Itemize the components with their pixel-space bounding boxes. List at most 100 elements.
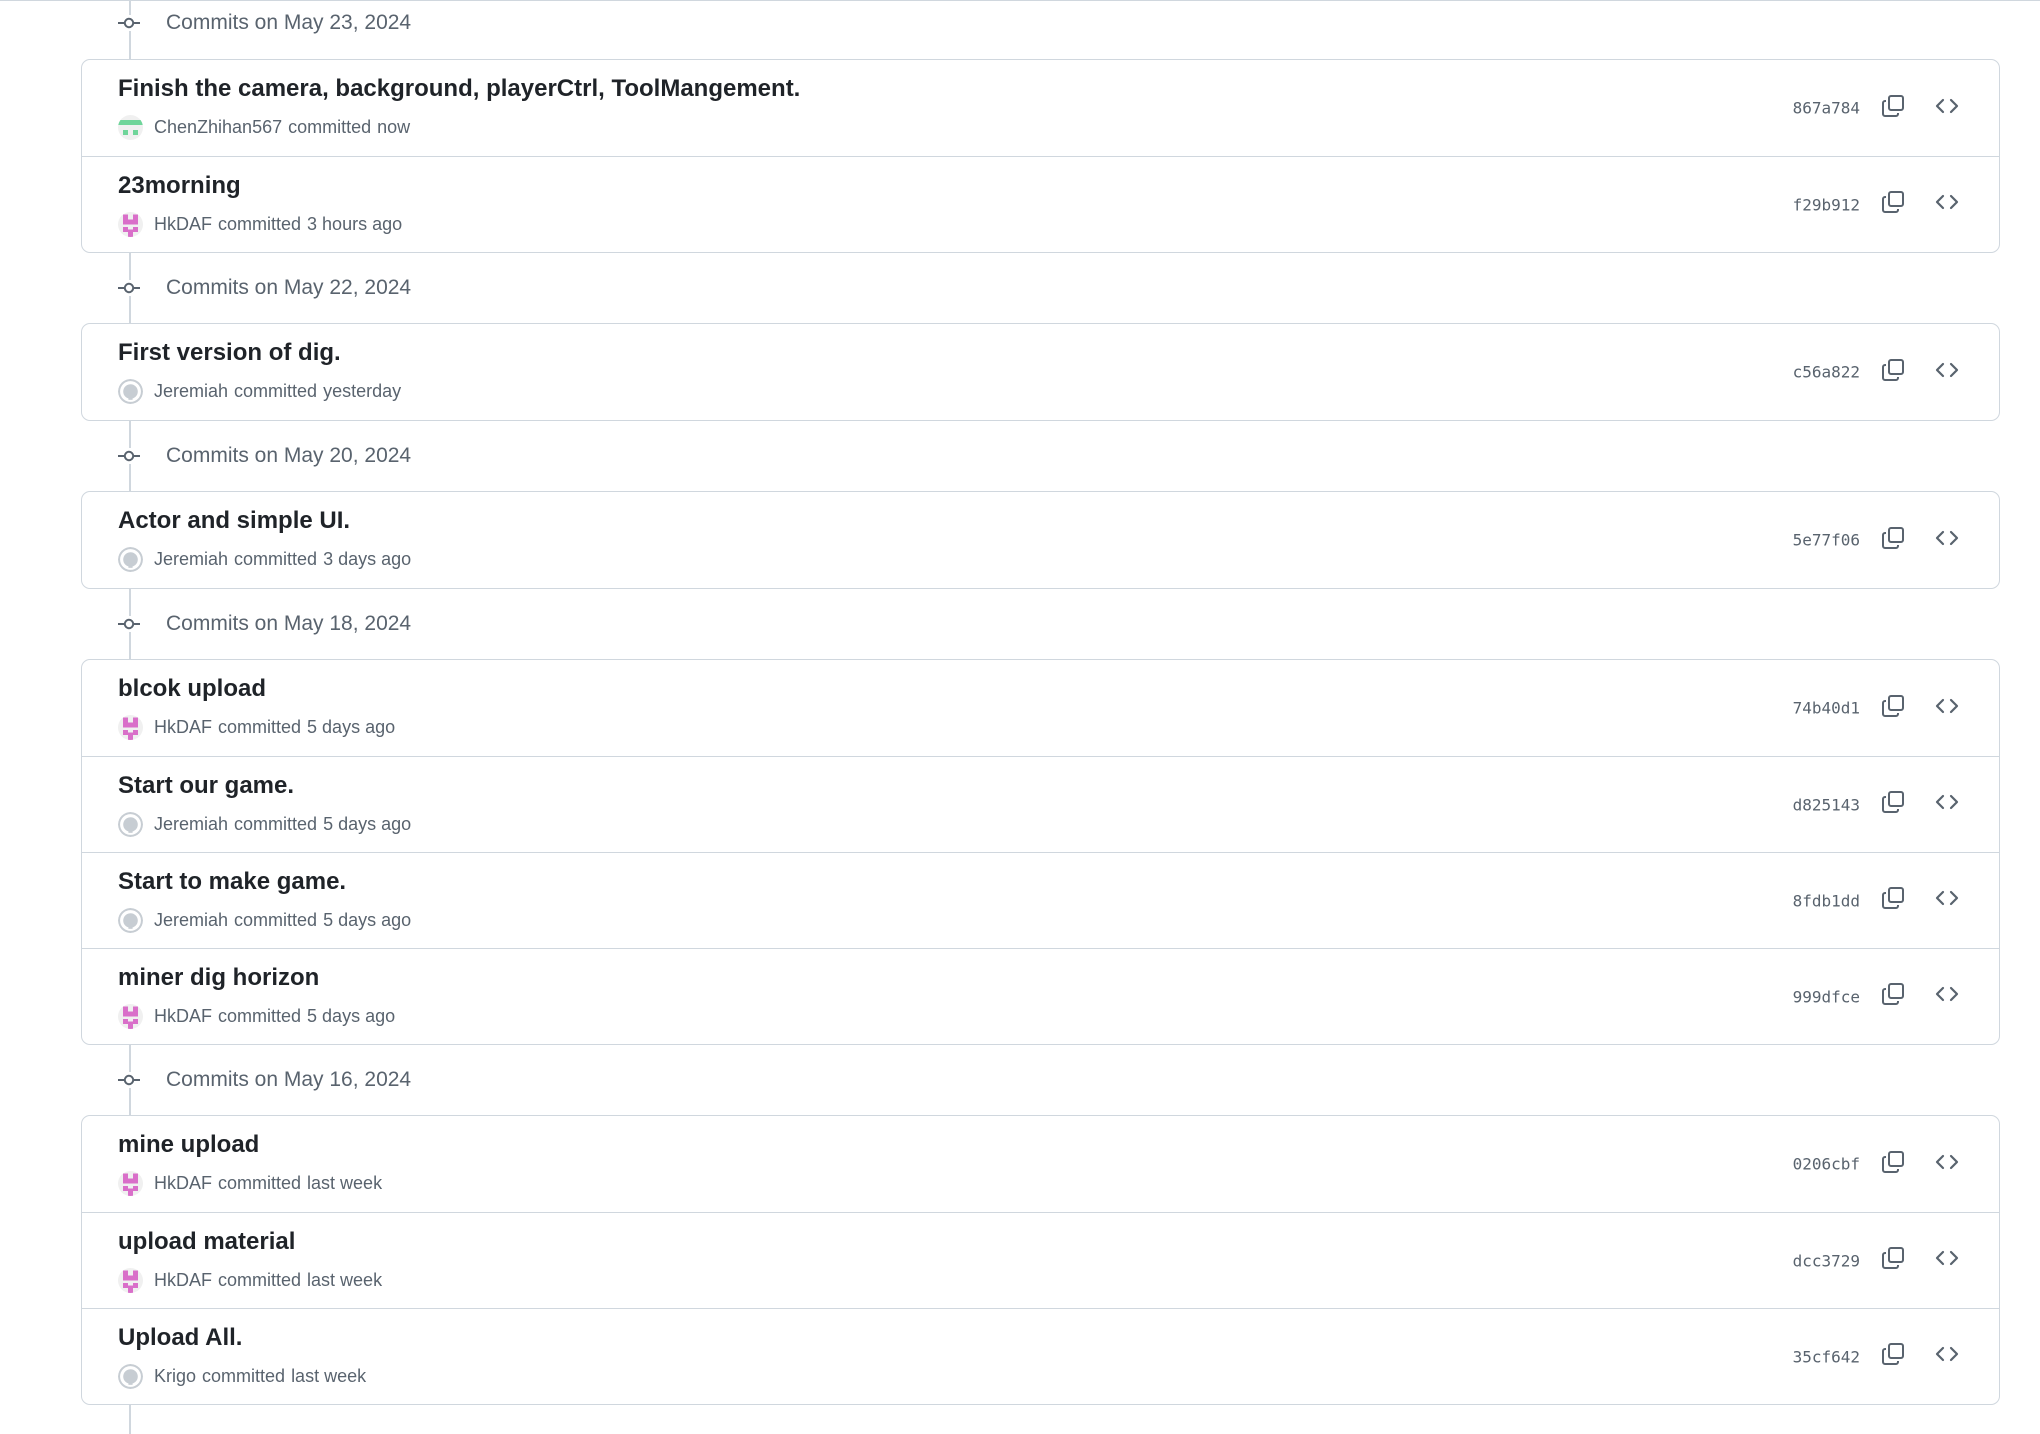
identicon-pink-avatar[interactable]: [118, 1171, 143, 1196]
commit-row[interactable]: miner dig horizon HkDAF committed 5 days…: [82, 948, 1999, 1044]
browse-repo-button[interactable]: [1929, 883, 1965, 919]
browse-repo-button[interactable]: [1929, 1146, 1965, 1182]
copy-sha-button[interactable]: [1875, 90, 1911, 126]
copy-sha-button[interactable]: [1875, 1146, 1911, 1182]
commit-time: last week: [307, 1270, 383, 1290]
copy-sha-button[interactable]: [1875, 690, 1911, 726]
identicon-green-avatar[interactable]: [118, 115, 143, 140]
browse-repo-button[interactable]: [1929, 1339, 1965, 1375]
copy-icon: [1881, 1246, 1905, 1275]
copy-sha-button[interactable]: [1875, 187, 1911, 223]
default-gray-avatar[interactable]: [118, 908, 143, 933]
commit-group-date: Commits on May 16, 2024: [166, 1068, 412, 1091]
commit-row[interactable]: Start to make game. Jeremiah committed 5…: [82, 852, 1999, 948]
browse-repo-button[interactable]: [1929, 979, 1965, 1015]
commit-time: 5 days ago: [307, 1006, 396, 1026]
commit-verb: committed: [234, 381, 318, 401]
identicon-pink-avatar[interactable]: [118, 1268, 143, 1293]
commit-author-link[interactable]: ChenZhihan567: [154, 117, 282, 138]
commit-time: last week: [307, 1173, 383, 1193]
copy-icon: [1881, 982, 1905, 1011]
copy-sha-button[interactable]: [1875, 979, 1911, 1015]
commit-row[interactable]: 23morning HkDAF committed 3 hours ago f2…: [82, 156, 1999, 252]
commit-title-link[interactable]: 23morning: [118, 172, 241, 200]
commit-row[interactable]: Upload All. Krigo committed last week 35…: [82, 1308, 1999, 1404]
commit-author-link[interactable]: HkDAF: [154, 214, 212, 235]
default-gray-avatar[interactable]: [118, 547, 143, 572]
commit-row[interactable]: mine upload HkDAF committed last week 02…: [82, 1116, 1999, 1212]
commit-group: Commits on May 20, 2024 Actor and simple…: [81, 421, 2000, 589]
commit-sha-link[interactable]: 867a784: [1793, 99, 1860, 118]
commit-verb: committed: [234, 814, 318, 834]
commit-row[interactable]: Finish the camera, background, playerCtr…: [82, 60, 1999, 156]
commit-author-link[interactable]: HkDAF: [154, 717, 212, 738]
commit-author-link[interactable]: HkDAF: [154, 1006, 212, 1027]
commit-row[interactable]: Start our game. Jeremiah committed 5 day…: [82, 756, 1999, 852]
browse-repo-button[interactable]: [1929, 690, 1965, 726]
browse-repo-button[interactable]: [1929, 90, 1965, 126]
commit-title-link[interactable]: Finish the camera, background, playerCtr…: [118, 75, 800, 103]
commit-time: 3 days ago: [323, 549, 412, 569]
code-brackets-icon: [1935, 526, 1959, 555]
commit-title-link[interactable]: Actor and simple UI.: [118, 507, 350, 535]
default-gray-avatar[interactable]: [118, 379, 143, 404]
commit-author-link[interactable]: Krigo: [154, 1366, 196, 1387]
commit-sha-link[interactable]: c56a822: [1793, 363, 1860, 382]
commit-sha-link[interactable]: 8fdb1dd: [1793, 891, 1860, 910]
identicon-pink-avatar[interactable]: [118, 212, 143, 237]
commit-title-link[interactable]: Start to make game.: [118, 868, 346, 896]
commit-row[interactable]: upload material HkDAF committed last wee…: [82, 1212, 1999, 1308]
commit-verb: committed: [234, 910, 318, 930]
commit-sha-link[interactable]: 999dfce: [1793, 987, 1860, 1006]
commit-title-link[interactable]: mine upload: [118, 1131, 259, 1159]
commit-author-link[interactable]: Jeremiah: [154, 910, 228, 931]
identicon-pink-avatar[interactable]: [118, 715, 143, 740]
copy-sha-button[interactable]: [1875, 787, 1911, 823]
commit-author-link[interactable]: Jeremiah: [154, 381, 228, 402]
commit-title-link[interactable]: Start our game.: [118, 772, 294, 800]
commit-author-link[interactable]: Jeremiah: [154, 814, 228, 835]
default-gray-avatar[interactable]: [118, 812, 143, 837]
default-gray-avatar[interactable]: [118, 1364, 143, 1389]
browse-repo-button[interactable]: [1929, 1243, 1965, 1279]
commit-group-date: Commits on May 23, 2024: [166, 11, 412, 34]
commit-title-link[interactable]: miner dig horizon: [118, 964, 319, 992]
commit-sha-link[interactable]: dcc3729: [1793, 1251, 1860, 1270]
copy-sha-button[interactable]: [1875, 1243, 1911, 1279]
copy-sha-button[interactable]: [1875, 1339, 1911, 1375]
copy-sha-button[interactable]: [1875, 883, 1911, 919]
commit-time: yesterday: [323, 381, 402, 401]
commit-title-link[interactable]: blcok upload: [118, 675, 266, 703]
commit-title-link[interactable]: upload material: [118, 1228, 295, 1256]
browse-repo-button[interactable]: [1929, 354, 1965, 390]
browse-repo-button[interactable]: [1929, 187, 1965, 223]
copy-sha-button[interactable]: [1875, 354, 1911, 390]
commit-time: 5 days ago: [323, 814, 412, 834]
commit-sha-link[interactable]: 5e77f06: [1793, 531, 1860, 550]
commit-sha-link[interactable]: f29b912: [1793, 195, 1860, 214]
commit-sha-link[interactable]: 74b40d1: [1793, 699, 1860, 718]
commit-title-link[interactable]: First version of dig.: [118, 339, 341, 367]
commit-group-date: Commits on May 18, 2024: [166, 612, 412, 635]
commit-meta: Jeremiah committed yesterday: [118, 379, 401, 404]
commit-author-link[interactable]: HkDAF: [154, 1270, 212, 1291]
commit-row[interactable]: Actor and simple UI. Jeremiah committed …: [82, 492, 1999, 588]
commit-sha-link[interactable]: 35cf642: [1793, 1347, 1860, 1366]
commit-group-header: Commits on May 20, 2024: [81, 421, 2000, 491]
commit-meta: HkDAF committed last week: [118, 1268, 382, 1293]
code-brackets-icon: [1935, 358, 1959, 387]
commit-row[interactable]: blcok upload HkDAF committed 5 days ago …: [82, 660, 1999, 756]
copy-sha-button[interactable]: [1875, 522, 1911, 558]
identicon-pink-avatar[interactable]: [118, 1004, 143, 1029]
commit-sha-link[interactable]: d825143: [1793, 795, 1860, 814]
commit-author-link[interactable]: HkDAF: [154, 1173, 212, 1194]
code-brackets-icon: [1935, 94, 1959, 123]
browse-repo-button[interactable]: [1929, 787, 1965, 823]
commit-sha-link[interactable]: 0206cbf: [1793, 1155, 1860, 1174]
commit-meta: HkDAF committed last week: [118, 1171, 382, 1196]
commit-row[interactable]: First version of dig. Jeremiah committed…: [82, 324, 1999, 420]
commit-verb: committed: [202, 1366, 286, 1386]
commit-title-link[interactable]: Upload All.: [118, 1324, 242, 1352]
commit-author-link[interactable]: Jeremiah: [154, 549, 228, 570]
browse-repo-button[interactable]: [1929, 522, 1965, 558]
